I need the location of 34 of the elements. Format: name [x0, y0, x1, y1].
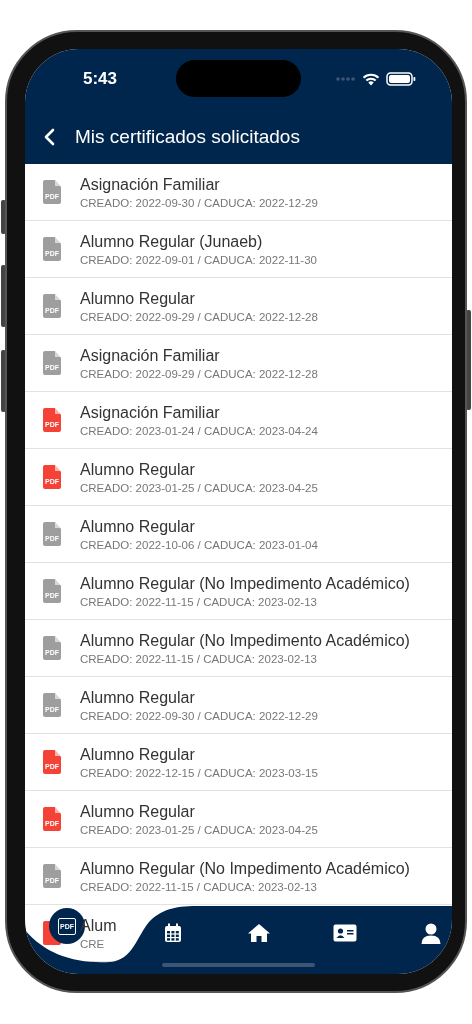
battery-icon	[386, 72, 416, 86]
calendar-icon[interactable]	[164, 923, 182, 943]
home-icon[interactable]	[247, 923, 271, 943]
certificate-dates: CREADO: 2022-11-15 / CADUCA: 2023-02-13	[80, 880, 318, 893]
certificate-title: Alumno Regular (No Impedimento Académico)	[80, 859, 410, 878]
certificate-title: Alumno Regular (No Impedimento Académico)	[80, 631, 410, 650]
certificate-title: Asignación Familiar	[80, 403, 221, 422]
certificate-title: Alumno Regular (Junaeb)	[80, 232, 264, 251]
certificate-dates: CREADO: 2023-01-25 / CADUCA: 2023-04-25	[80, 823, 318, 836]
certificate-title: Asignación Familiar	[80, 175, 221, 194]
certificate-dates: CREADO: 2022-11-15 / CADUCA: 2023-02-13	[80, 595, 318, 608]
screen-title: Mis certificados solicitados	[75, 125, 300, 148]
certificate-title: Alumno Regular	[80, 289, 196, 308]
certificate-dates: CREADO: 2022-12-15 / CADUCA: 2023-03-15	[80, 766, 318, 779]
certificate-dates: CREADO: 2022-09-30 / CADUCA: 2022-12-29	[80, 709, 318, 722]
certificate-dates: CREADO: 2023-01-25 / CADUCA: 2023-04-25	[80, 481, 318, 494]
certificate-title: Alumno Regular	[80, 802, 196, 821]
user-icon[interactable]	[421, 922, 441, 944]
certificate-dates: CREADO: 2022-11-15 / CADUCA: 2023-02-13	[80, 652, 318, 665]
certificate-dates: CREADO: 2022-10-06 / CADUCA: 2023-01-04	[80, 538, 318, 551]
certificate-title: Alumno Regular	[80, 745, 196, 764]
certificate-title: Alumno Regular	[80, 517, 196, 536]
certificate-title: Asignación Familiar	[80, 346, 221, 365]
certificate-title: Alumno Regular	[80, 460, 196, 479]
certificate-dates: CREADO: 2022-09-30 / CADUCA: 2022-12-29	[80, 196, 318, 209]
certificate-title: Alumno Regular (No Impedimento Académico)	[80, 574, 410, 593]
certificate-dates: CREADO: 2023-01-24 / CADUCA: 2023-04-24	[80, 424, 318, 437]
certificate-dates: CREADO: 2022-09-01 / CADUCA: 2022-11-30	[80, 253, 317, 266]
certificate-dates: CREADO: 2022-09-29 / CADUCA: 2022-12-28	[80, 310, 318, 323]
certificate-dates: CREADO: 2022-09-29 / CADUCA: 2022-12-28	[80, 367, 318, 380]
signal-icon	[336, 76, 356, 82]
status-time: 5:43	[83, 69, 118, 89]
wifi-icon	[362, 72, 380, 86]
certificate-title: Alumno Regular	[80, 688, 196, 707]
